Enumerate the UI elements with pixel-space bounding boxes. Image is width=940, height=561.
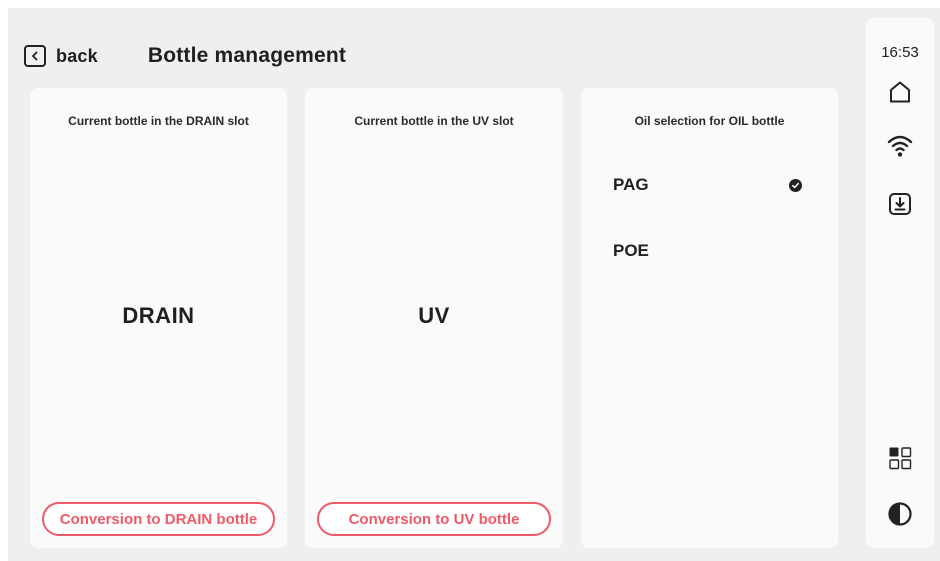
contrast-icon[interactable]: [886, 500, 914, 528]
back-label: back: [56, 45, 98, 66]
oil-selection-card: Oil selection for OIL bottle PAG POE: [581, 88, 838, 548]
chevron-left-icon: [24, 45, 46, 67]
wifi-icon[interactable]: [886, 132, 914, 160]
drain-slot-value: DRAIN: [122, 303, 195, 328]
uv-slot-title: Current bottle in the UV slot: [354, 114, 514, 128]
uv-slot-value: UV: [418, 303, 450, 328]
convert-to-uv-button[interactable]: Conversion to UV bottle: [317, 502, 551, 536]
home-icon[interactable]: [886, 78, 914, 106]
oil-option-label: PAG: [613, 175, 649, 194]
oil-option-label: POE: [613, 241, 649, 260]
drain-slot-card: Current bottle in the DRAIN slot DRAIN C…: [30, 88, 287, 548]
check-icon: [789, 178, 802, 192]
oil-option-poe[interactable]: POE: [613, 236, 802, 266]
clock: 16:53: [881, 44, 919, 61]
back-button[interactable]: back: [24, 45, 98, 67]
uv-slot-card: Current bottle in the UV slot UV Convers…: [305, 88, 563, 548]
header: back Bottle management: [24, 36, 346, 76]
download-icon[interactable]: [886, 190, 914, 218]
status-sidebar: 16:53: [866, 18, 934, 548]
oil-option-pag[interactable]: PAG: [613, 170, 802, 200]
apps-grid-icon[interactable]: [886, 444, 914, 472]
page-title: Bottle management: [147, 44, 347, 67]
drain-slot-title: Current bottle in the DRAIN slot: [68, 114, 249, 128]
convert-to-drain-button[interactable]: Conversion to DRAIN bottle: [42, 502, 275, 536]
oil-selection-title: Oil selection for OIL bottle: [634, 114, 785, 128]
